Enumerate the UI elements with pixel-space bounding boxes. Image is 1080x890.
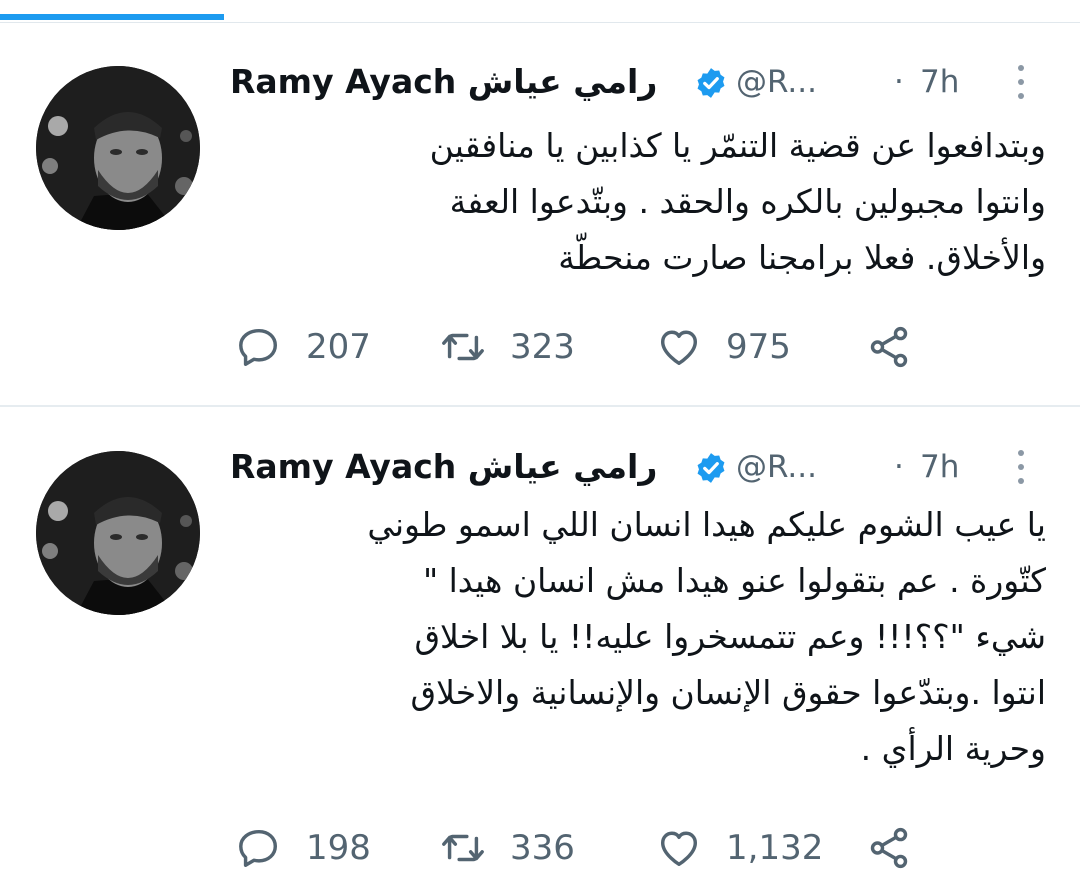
like-button[interactable]: 975	[656, 322, 791, 372]
tweet-actions: 207 323 975	[230, 322, 950, 372]
tweet-text: وبتدافعوا عن قضية التنمّر يا كذابين يا م…	[429, 126, 1046, 277]
timestamp[interactable]: 7h	[920, 449, 959, 485]
separator-dot: ·	[894, 449, 904, 485]
more-vertical-icon[interactable]	[1014, 62, 1028, 102]
verified-badge-icon	[697, 68, 725, 98]
tweet-header: Ramy Ayach رامي عياش @R... · 7h	[230, 62, 1040, 104]
share-icon	[870, 827, 908, 869]
retweet-icon	[442, 834, 484, 862]
display-name[interactable]: Ramy Ayach رامي عياش	[230, 62, 657, 101]
tweet-text: يا عيب الشوم عليكم هيدا انسان اللي اسمو …	[367, 505, 1046, 768]
user-handle[interactable]: @R...	[736, 449, 817, 485]
like-count: 975	[726, 327, 791, 367]
share-icon	[870, 326, 908, 368]
tweet-card[interactable]: Ramy Ayach رامي عياش @R... · 7h يا عيب ا…	[0, 407, 1080, 890]
reply-count: 198	[306, 828, 371, 868]
like-button[interactable]: 1,132	[656, 823, 823, 873]
heart-icon	[660, 330, 698, 366]
avatar[interactable]	[36, 66, 200, 230]
retweet-count: 336	[510, 828, 575, 868]
timestamp[interactable]: 7h	[920, 64, 959, 100]
verified-badge-icon	[697, 453, 725, 483]
active-tab-indicator	[0, 14, 224, 20]
retweet-count: 323	[510, 327, 575, 367]
retweet-button[interactable]: 323	[440, 322, 575, 372]
retweet-icon	[442, 333, 484, 361]
avatar[interactable]	[36, 451, 200, 615]
tweet-actions: 198 336 1,132	[230, 823, 950, 873]
tweet-card[interactable]: Ramy Ayach رامي عياش @R... · 7h وبتدافعو…	[0, 22, 1080, 407]
separator-dot: ·	[894, 64, 904, 100]
retweet-button[interactable]: 336	[440, 823, 575, 873]
tweet-header: Ramy Ayach رامي عياش @R... · 7h	[230, 447, 1040, 489]
share-button[interactable]	[866, 823, 912, 873]
heart-icon	[660, 831, 698, 867]
reply-count: 207	[306, 327, 371, 367]
user-handle[interactable]: @R...	[736, 64, 817, 100]
display-name[interactable]: Ramy Ayach رامي عياش	[230, 447, 657, 486]
share-button[interactable]	[866, 322, 912, 372]
reply-bubble-icon	[239, 328, 278, 366]
reply-bubble-icon	[239, 829, 278, 867]
like-count: 1,132	[726, 828, 824, 868]
reply-button[interactable]: 198	[236, 823, 371, 873]
reply-button[interactable]: 207	[236, 322, 371, 372]
more-vertical-icon[interactable]	[1014, 447, 1028, 487]
